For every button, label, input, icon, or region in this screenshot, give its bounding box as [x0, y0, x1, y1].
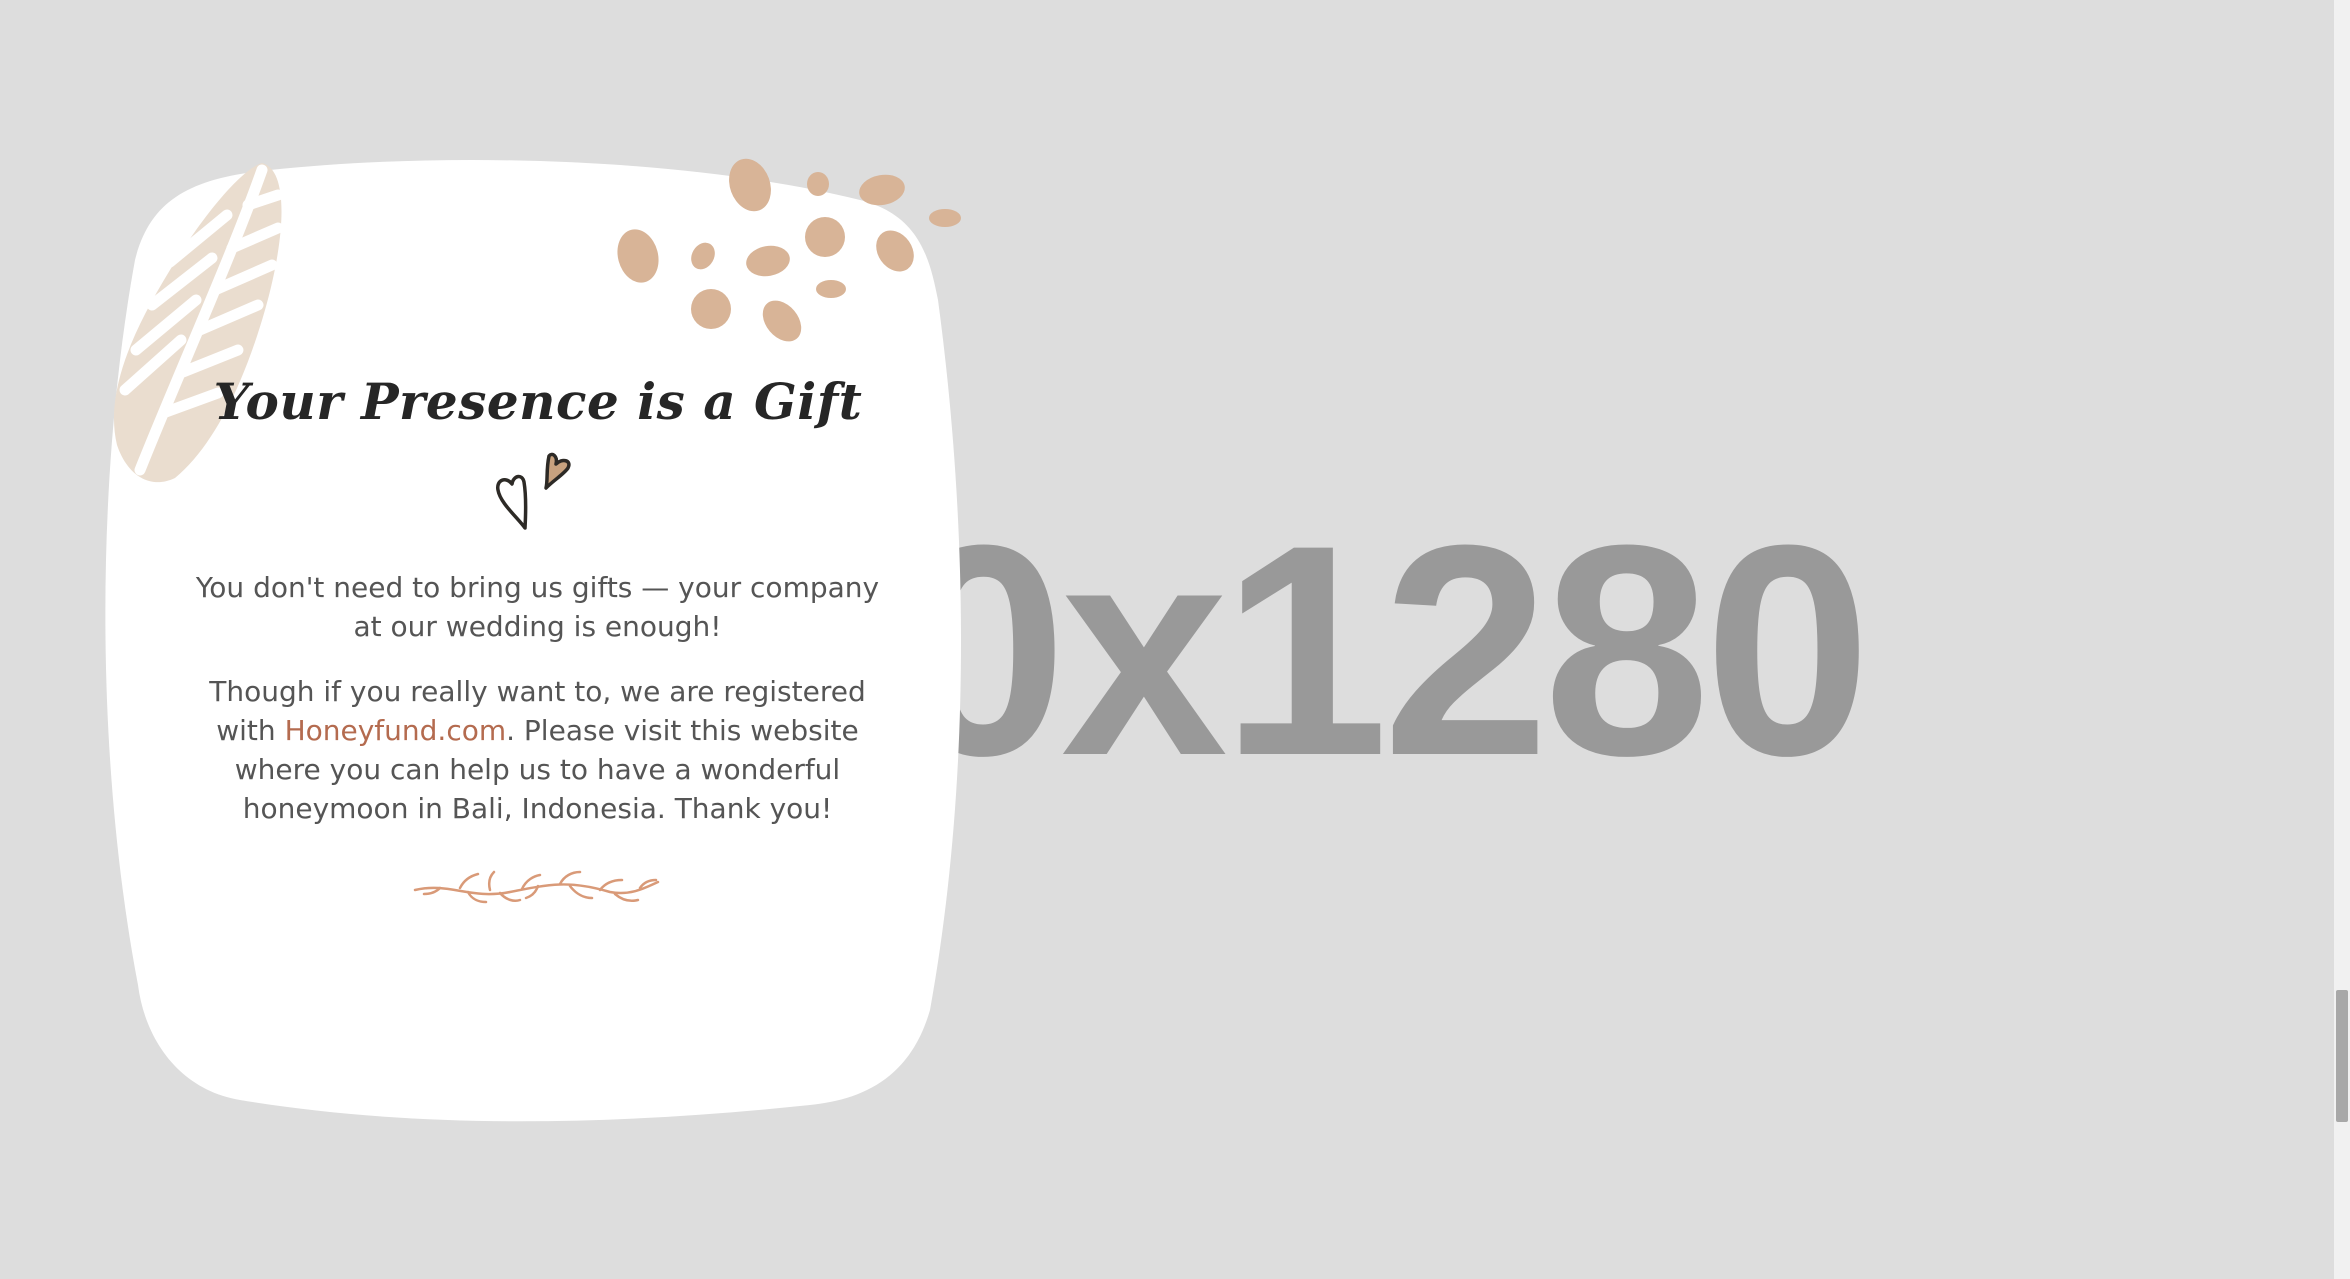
honeyfund-link[interactable]: Honeyfund.com [285, 714, 507, 747]
paragraph-honeyfund: Though if you really want to, we are reg… [190, 672, 885, 828]
scrollbar-thumb[interactable] [2336, 990, 2348, 1122]
placeholder-image-text: 0x1280 [900, 482, 1871, 818]
page: 0x1280 Your Presence is a Gift You don't… [0, 0, 2350, 1279]
scrollbar[interactable] [2334, 0, 2350, 1279]
hearts-icon [496, 452, 571, 530]
paragraph-no-gifts: You don't need to bring us gifts — your … [195, 571, 880, 643]
sprig-divider-icon [413, 870, 660, 904]
card-title: Your Presence is a Gift [213, 372, 863, 431]
